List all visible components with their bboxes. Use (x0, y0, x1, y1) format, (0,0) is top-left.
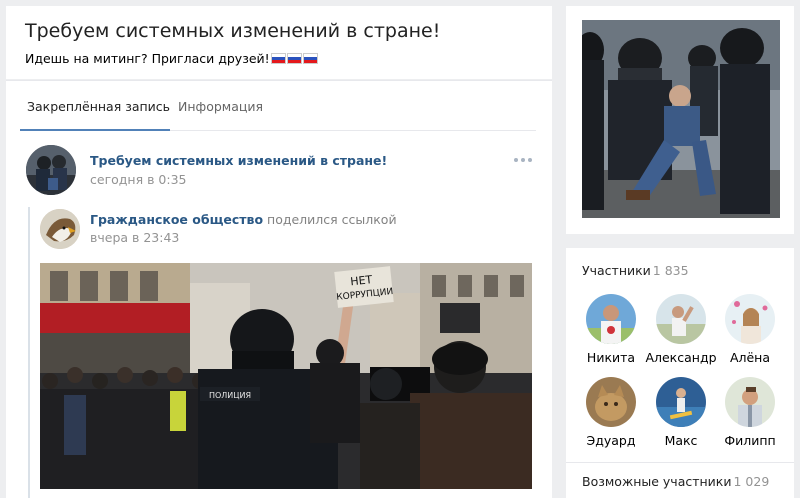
group-header: Требуем системных изменений в стране! Ид… (6, 6, 552, 79)
wall-card: Закреплённая запись Информация Требуем с… (6, 80, 552, 498)
member-item[interactable]: Никита (575, 294, 647, 365)
possible-members-title: Возможные участники (582, 474, 732, 489)
member-name: Филипп (724, 433, 776, 448)
member-name: Алёна (729, 350, 771, 365)
russia-flag-icon (302, 53, 318, 64)
member-avatar (656, 294, 706, 344)
member-item[interactable]: Эдуард (575, 377, 647, 448)
members-divider (566, 462, 794, 463)
member-item[interactable]: Макс (645, 377, 717, 448)
member-name: Эдуард (586, 433, 636, 448)
post-photo[interactable]: ПОЛИЦИЯ НЕТ КОРРУПЦИИ (40, 263, 532, 489)
member-avatar (586, 377, 636, 427)
members-card: Участники 1 835 Никита Александр Алёна Э… (566, 248, 794, 498)
post-author-avatar[interactable] (26, 145, 76, 195)
possible-members-count: 1 029 (733, 474, 770, 489)
group-cover-photo[interactable] (582, 20, 780, 218)
russia-flag-icon (286, 53, 302, 64)
more-icon[interactable] (512, 153, 534, 167)
member-item[interactable]: Алёна (714, 294, 786, 365)
vest-label: ПОЛИЦИЯ (209, 391, 251, 400)
member-name: Никита (586, 350, 636, 365)
post-time[interactable]: сегодня в 0:35 (90, 172, 187, 187)
repost-divider (28, 207, 30, 498)
member-avatar (725, 377, 775, 427)
repost-author-link[interactable]: Гражданское общество (90, 212, 263, 227)
group-title: Требуем системных изменений в стране! (25, 20, 441, 42)
wall-tabs: Закреплённая запись Информация (20, 81, 536, 131)
cover-card (566, 6, 794, 234)
active-tab-indicator (20, 129, 170, 131)
member-name: Макс (664, 433, 698, 448)
member-item[interactable]: Александр (645, 294, 717, 365)
members-title: Участники (582, 263, 651, 278)
member-avatar (586, 294, 636, 344)
group-status-text: Идешь на митинг? Пригласи друзей! (25, 51, 270, 66)
repost-author-avatar[interactable] (40, 209, 80, 249)
protest-sign-line1: НЕТ (350, 273, 373, 288)
tab-information[interactable]: Информация (178, 99, 263, 114)
member-avatar (656, 377, 706, 427)
member-item[interactable]: Филипп (714, 377, 786, 448)
member-avatar (725, 294, 775, 344)
possible-members-header[interactable]: Возможные участники 1 029 (582, 474, 769, 489)
post-author-link[interactable]: Требуем системных изменений в стране! (90, 153, 387, 168)
russia-flag-icon (270, 53, 286, 64)
repost-time[interactable]: вчера в 23:43 (90, 230, 179, 245)
repost-action: поделился ссылкой (267, 212, 397, 227)
tab-pinned-post[interactable]: Закреплённая запись (27, 99, 170, 114)
members-header[interactable]: Участники 1 835 (582, 263, 689, 278)
group-status: Идешь на митинг? Пригласи друзей! (25, 51, 318, 66)
members-count: 1 835 (652, 263, 689, 278)
member-name: Александр (645, 350, 717, 365)
repost-header: Гражданское общество поделился ссылкой (90, 212, 397, 227)
